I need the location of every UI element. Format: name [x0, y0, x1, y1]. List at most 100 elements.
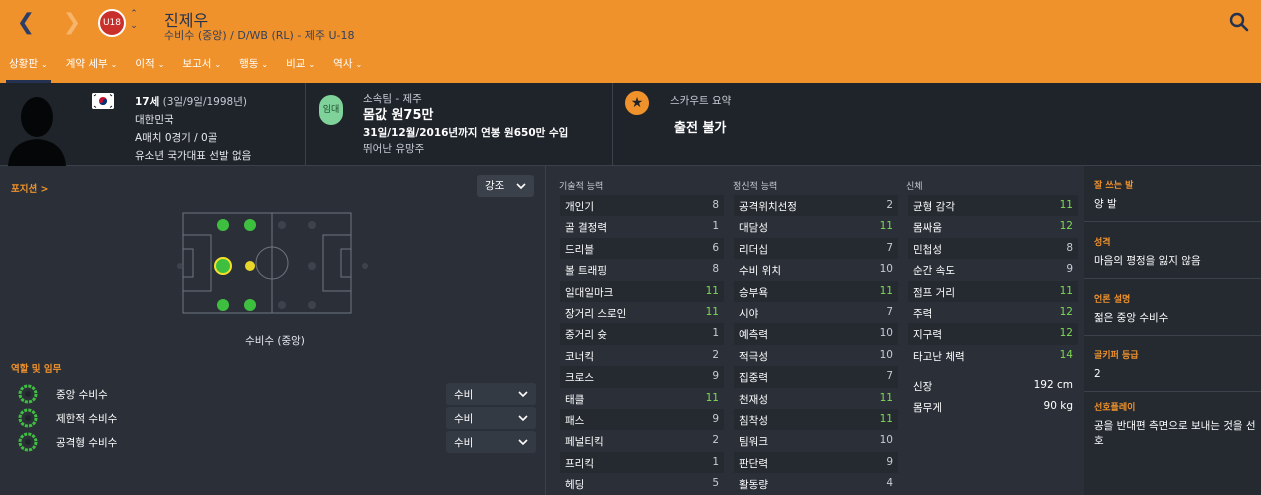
attribute-value: 8: [712, 199, 719, 211]
attribute-row[interactable]: 침착성 11: [734, 408, 898, 431]
tab-contract[interactable]: 계약 세부 ⌄: [57, 56, 127, 83]
attribute-row[interactable]: 천재성 11: [734, 388, 898, 409]
highlight-dropdown[interactable]: 강조: [477, 175, 534, 197]
korea-flag-icon: [92, 93, 114, 109]
attribute-row[interactable]: 순간 속도 9: [908, 259, 1078, 280]
attribute-row[interactable]: 예측력 10: [734, 323, 898, 345]
attribute-row[interactable]: 시야 7: [734, 302, 898, 323]
attribute-name: 중거리 슛: [565, 329, 607, 342]
attribute-row[interactable]: 장거리 스로인 11: [560, 302, 724, 323]
attribute-name: 수비 위치: [739, 265, 781, 278]
attribute-value: 1: [712, 455, 719, 468]
tab-transfer[interactable]: 이적 ⌄: [126, 56, 173, 83]
attribute-value: 11: [1059, 199, 1073, 211]
player-subtitle: 수비수 (중앙) / D/WB (RL) - 제주 U-18: [164, 29, 355, 42]
attribute-row[interactable]: 일대일마크 11: [560, 280, 724, 302]
search-icon[interactable]: [1229, 12, 1249, 32]
player-value: 몸값 원75만: [363, 108, 434, 123]
attribute-row[interactable]: 팀워크 10: [734, 430, 898, 451]
attribute-row[interactable]: 수비 위치 10: [734, 259, 898, 280]
attribute-value: 10: [879, 348, 893, 361]
tab-compare[interactable]: 비교 ⌄: [277, 56, 324, 83]
attribute-row[interactable]: 대담성 11: [734, 216, 898, 237]
attribute-name: 팀워크: [739, 436, 768, 449]
attribute-value: 8: [712, 263, 719, 276]
attribute-name: 점프 거리: [913, 286, 955, 299]
attribute-row[interactable]: 집중력 7: [734, 366, 898, 388]
attribute-value: 2: [712, 434, 719, 447]
attribute-value: 4: [886, 477, 893, 490]
attribute-row[interactable]: 균형 감각 11: [908, 195, 1078, 217]
club-badge-icon[interactable]: U18: [98, 9, 126, 37]
attribute-value: 9: [712, 412, 719, 425]
attribute-row[interactable]: 적극성 10: [734, 345, 898, 366]
age: 17세: [135, 96, 160, 108]
attribute-row[interactable]: 드리블 6: [560, 237, 724, 260]
attribute-name: 집중력: [739, 372, 768, 385]
chevron-down-icon: ⌄: [261, 60, 269, 69]
attribute-row[interactable]: 프리킥 1: [560, 451, 724, 474]
attribute-row[interactable]: 볼 트래핑 8: [560, 259, 724, 280]
attribute-row[interactable]: 타고난 체력 14: [908, 345, 1078, 366]
duty-select[interactable]: 수비: [446, 407, 536, 429]
player-header: ❮ ❯ U18 ⌃ ⌄ 진제우 수비수 (중앙) / D/WB (RL) - 제주…: [0, 0, 1261, 83]
attribute-row[interactable]: 몸싸움 12: [908, 216, 1078, 237]
nationality[interactable]: 대한민국: [135, 111, 251, 129]
role-row[interactable]: 중앙 수비수 수비: [0, 382, 540, 406]
attribute-row[interactable]: 태클 11: [560, 388, 724, 409]
height-label: 신장: [913, 381, 933, 393]
chevron-down-icon: ⌄: [110, 60, 118, 69]
role-row[interactable]: 제한적 수비수 수비: [0, 406, 540, 430]
positions-title[interactable]: 포지션 >: [11, 181, 49, 195]
attribute-row[interactable]: 패스 9: [560, 408, 724, 431]
attribute-name: 골 결정력: [565, 222, 607, 235]
role-rating-icon: [18, 408, 38, 428]
back-arrow-icon[interactable]: ❮: [16, 10, 36, 36]
attribute-value: 5: [712, 477, 719, 490]
attribute-row[interactable]: 개인기 8: [560, 195, 724, 217]
attribute-row[interactable]: 골 결정력 1: [560, 216, 724, 237]
attribute-name: 침착성: [739, 414, 768, 427]
attribute-row[interactable]: 판단력 9: [734, 451, 898, 474]
tab-history[interactable]: 역사 ⌄: [324, 56, 371, 83]
player-silhouette-icon: [8, 97, 66, 166]
chevron-updown-icon[interactable]: ⌃ ⌄: [128, 8, 140, 36]
attribute-row[interactable]: 코너킥 2: [560, 345, 724, 366]
attribute-row[interactable]: 지구력 12: [908, 323, 1078, 345]
attribute-name: 타고난 체력: [913, 350, 965, 363]
tab-actions[interactable]: 행동 ⌄: [230, 56, 277, 83]
attribute-row[interactable]: 크로스 9: [560, 366, 724, 388]
attribute-name: 대담성: [739, 222, 768, 235]
attribute-value: 12: [1059, 327, 1073, 340]
duty-value: 수비: [454, 389, 474, 401]
goalkeeper-rating-title: 골키퍼 등급: [1094, 351, 1139, 361]
attribute-row[interactable]: 승부욕 11: [734, 280, 898, 302]
duty-select[interactable]: 수비: [446, 383, 536, 405]
attribute-row[interactable]: 페널티킥 2: [560, 430, 724, 451]
attribute-row[interactable]: 점프 거리 11: [908, 280, 1078, 302]
divider: [305, 83, 306, 166]
attribute-row[interactable]: 리더십 7: [734, 237, 898, 260]
position-dot-dmc: [245, 261, 255, 271]
attribute-row[interactable]: 활동량 4: [734, 473, 898, 494]
tab-overview[interactable]: 상황판 ⌄: [0, 56, 57, 83]
attribute-row[interactable]: 헤딩 5: [560, 473, 724, 494]
club-label[interactable]: 소속팀 - 제주: [363, 91, 568, 107]
position-dot-dc: [214, 257, 232, 275]
attribute-row[interactable]: 민첩성 8: [908, 237, 1078, 260]
tab-reports[interactable]: 보고서 ⌄: [173, 56, 230, 83]
attribute-name: 천재성: [739, 393, 768, 406]
attribute-value: 1: [712, 220, 719, 233]
attribute-row[interactable]: 공격위치선정 2: [734, 195, 898, 217]
forward-arrow-icon[interactable]: ❯: [62, 10, 82, 36]
physical-title: 신체: [906, 182, 923, 192]
attribute-row[interactable]: 주력 12: [908, 302, 1078, 323]
attribute-name: 볼 트래핑: [565, 265, 607, 278]
duty-select[interactable]: 수비: [446, 431, 536, 453]
tab-bar: 상황판 ⌄ 계약 세부 ⌄ 이적 ⌄ 보고서 ⌄ 행동 ⌄ 비교 ⌄ 역사 ⌄: [0, 56, 371, 83]
attribute-name: 일대일마크: [565, 286, 614, 299]
role-name: 중앙 수비수: [56, 389, 108, 401]
attribute-row[interactable]: 중거리 슛 1: [560, 323, 724, 345]
role-name: 공격형 수비수: [56, 437, 118, 449]
role-row[interactable]: 공격형 수비수 수비: [0, 430, 540, 454]
